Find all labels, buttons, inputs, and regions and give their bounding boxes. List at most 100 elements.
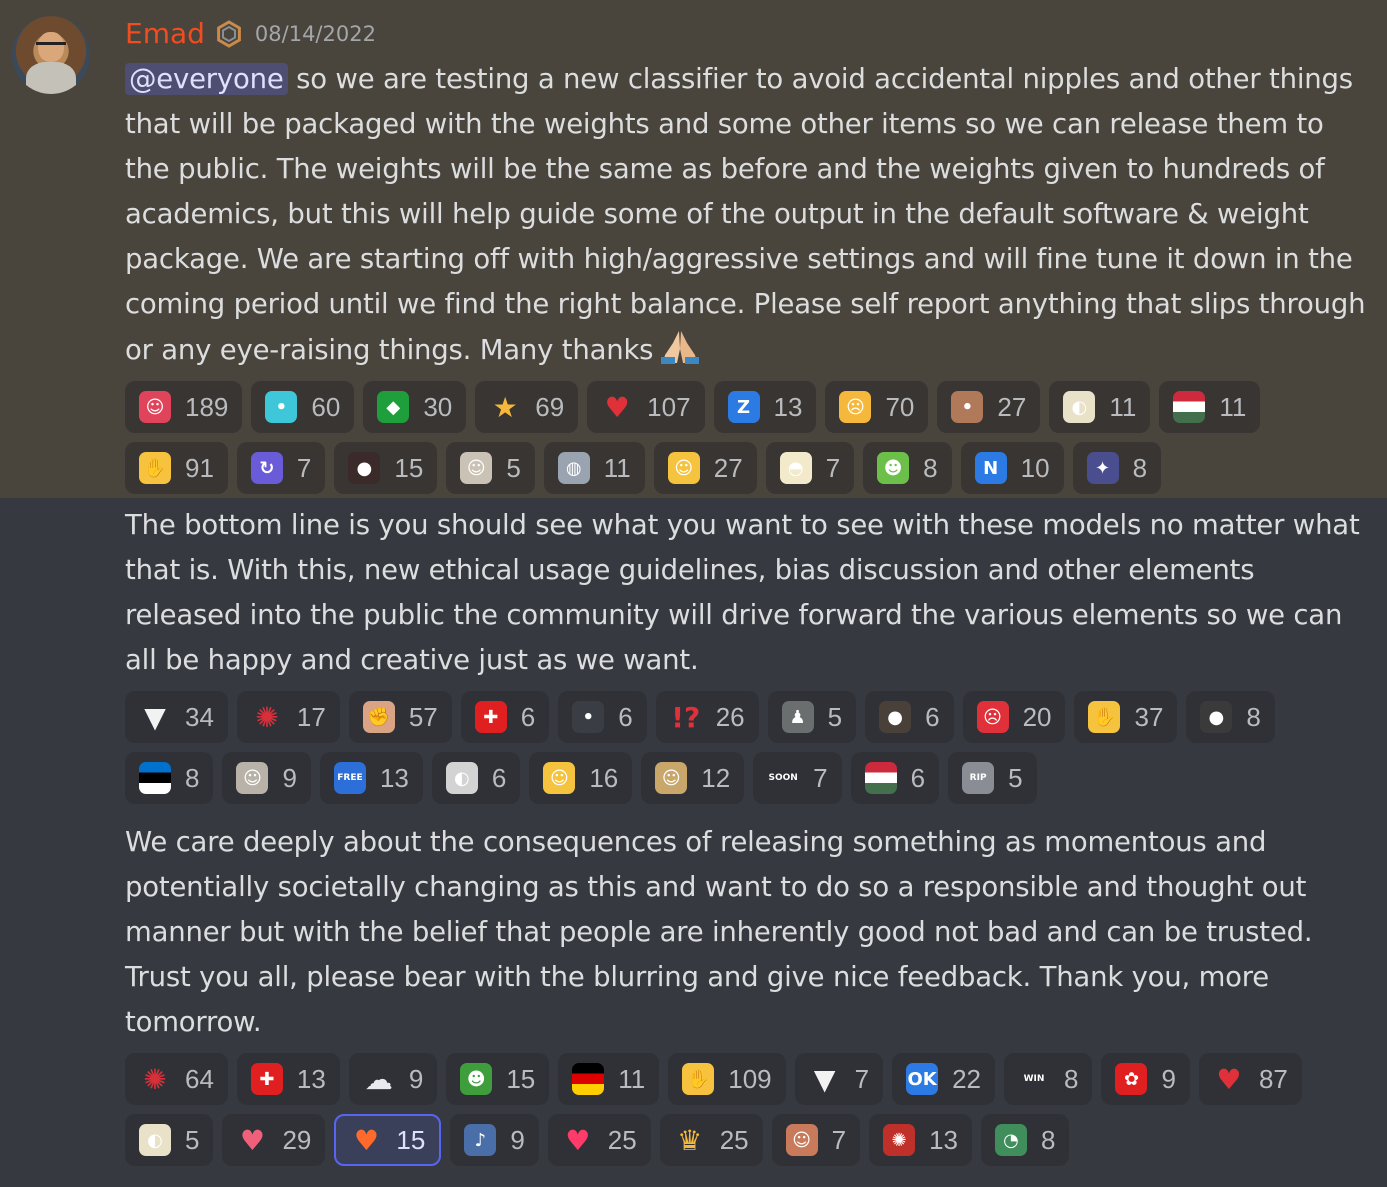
devil-face-icon: ☺ xyxy=(139,391,171,423)
suited-man-icon: ♟ xyxy=(781,701,814,733)
reaction-crying-face[interactable]: ☹ 70 xyxy=(825,381,929,433)
reaction-count: 9 xyxy=(408,1063,424,1094)
reaction-heart[interactable]: ♥ 87 xyxy=(1198,1053,1302,1105)
reaction-thumbs-up[interactable]: ✋ 91 xyxy=(125,442,228,494)
reaction-folded-hands[interactable]: ✋ 37 xyxy=(1074,691,1178,743)
reaction-crab[interactable]: ✺ 64 xyxy=(125,1053,228,1105)
reaction-fire-heart[interactable]: ♥ 15 xyxy=(334,1114,442,1166)
reaction-count: 15 xyxy=(506,1063,536,1094)
reaction-interrobang[interactable]: !? 26 xyxy=(655,691,759,743)
reaction-letter-n[interactable]: N 10 xyxy=(960,442,1064,494)
reaction-brazil-flag[interactable]: ◆ 30 xyxy=(363,381,467,433)
reaction-free-badge[interactable]: FREE 13 xyxy=(319,752,423,804)
reaction-count: 15 xyxy=(394,452,424,483)
folded-hands-icon: ✋ xyxy=(1088,701,1121,733)
reaction-count: 7 xyxy=(813,762,828,793)
reaction-count: 6 xyxy=(618,701,633,732)
reaction-devil-face[interactable]: ☺ 189 xyxy=(125,381,243,433)
reaction-monocle-face[interactable]: ☺ 27 xyxy=(653,442,757,494)
reaction-heartbeat[interactable]: ♥ 29 xyxy=(222,1114,326,1166)
reaction-canada-flag[interactable]: ✿ 9 xyxy=(1101,1053,1190,1105)
reaction-count: 11 xyxy=(618,1063,646,1094)
reaction-bald-man[interactable]: ● 6 xyxy=(865,691,954,743)
reaction-dark-creature[interactable]: ● 15 xyxy=(334,442,438,494)
reaction-tooth[interactable]: ▼ 7 xyxy=(794,1053,884,1105)
reaction-face-photo[interactable]: ☺ 7 xyxy=(771,1114,861,1166)
everyone-mention[interactable]: @everyone xyxy=(125,63,288,95)
reaction-goose[interactable]: ◐ 5 xyxy=(125,1114,214,1166)
reaction-count: 15 xyxy=(396,1124,426,1155)
reaction-gray-goose[interactable]: ◐ 6 xyxy=(431,752,521,804)
reaction-laughing-meme[interactable]: ☺ 5 xyxy=(446,442,535,494)
reaction-count: 10 xyxy=(1020,452,1050,483)
reaction-hungary-flag[interactable]: 11 xyxy=(1159,381,1261,433)
reaction-celebrity-face[interactable]: ☺ 9 xyxy=(222,752,311,804)
reaction-win-badge[interactable]: WIN 8 xyxy=(1004,1053,1093,1105)
reaction-armored-head[interactable]: ◍ 11 xyxy=(543,442,645,494)
flushed-face-icon: ☺ xyxy=(543,762,576,794)
reaction-count: 7 xyxy=(825,452,841,483)
reaction-count: 7 xyxy=(831,1124,847,1155)
reaction-tooth[interactable]: ▼ 34 xyxy=(125,691,228,743)
reaction-germany-flag[interactable]: 11 xyxy=(558,1053,660,1105)
reaction-count: 189 xyxy=(185,391,229,422)
fire-heart-icon: ♥ xyxy=(353,1124,379,1156)
monocle-face-icon: ☺ xyxy=(667,452,700,484)
reaction-soon-badge[interactable]: SOON 7 xyxy=(753,752,842,804)
message-body: so we are testing a new classifier to av… xyxy=(125,63,1366,366)
reaction-count: 9 xyxy=(282,762,297,793)
reaction-fist[interactable]: ✊ 57 xyxy=(348,691,452,743)
reaction-count: 27 xyxy=(713,452,743,483)
wizard-icon: ✦ xyxy=(1086,452,1119,484)
goose-icon: ◐ xyxy=(1063,391,1096,423)
reaction-count: 109 xyxy=(728,1063,772,1094)
reaction-cyan-blob[interactable]: • 60 xyxy=(251,381,355,433)
reaction-count: 7 xyxy=(296,452,312,483)
reaction-suited-man[interactable]: ♟ 5 xyxy=(767,691,857,743)
reaction-red-crab[interactable]: ✺ 13 xyxy=(869,1114,973,1166)
estonia-flag-icon xyxy=(139,762,171,794)
laughing-meme-icon: ☺ xyxy=(460,452,493,484)
reaction-crab[interactable]: ✺ 17 xyxy=(236,691,340,743)
reaction-star[interactable]: ★ 69 xyxy=(475,381,579,433)
reaction-pepe[interactable]: ☻ 8 xyxy=(863,442,952,494)
reaction-angry-face[interactable]: ☹ 20 xyxy=(962,691,1066,743)
reaction-cloud[interactable]: ☁ 9 xyxy=(348,1053,438,1105)
reaction-count: 8 xyxy=(1246,701,1261,732)
reaction-ok-button[interactable]: OK 22 xyxy=(892,1053,996,1105)
reaction-swirl[interactable]: ↻ 7 xyxy=(236,442,326,494)
reaction-letter-z[interactable]: Z 13 xyxy=(713,381,817,433)
reaction-pepe[interactable]: ☻ 15 xyxy=(446,1053,550,1105)
reaction-swiss-flag[interactable]: ✚ 6 xyxy=(460,691,550,743)
username[interactable]: Emad xyxy=(125,14,205,54)
reaction-count: 29 xyxy=(282,1124,312,1155)
hungary-flag-icon xyxy=(864,762,897,794)
reaction-rock-face[interactable]: • 27 xyxy=(937,381,1041,433)
avatar[interactable] xyxy=(12,16,90,94)
reaction-estonia-flag[interactable]: 8 xyxy=(125,752,214,804)
reaction-count: 5 xyxy=(1008,762,1023,793)
reaction-cat-ghost[interactable]: ◓ 7 xyxy=(765,442,855,494)
reaction-swiss-flag[interactable]: ✚ 13 xyxy=(236,1053,340,1105)
avatar-glasses xyxy=(36,42,66,51)
dark-creature-icon: ● xyxy=(348,452,381,484)
reaction-flushed-face[interactable]: ☺ 16 xyxy=(529,752,633,804)
reaction-rip-tombstone[interactable]: RIP 5 xyxy=(948,752,1037,804)
reaction-count: 17 xyxy=(296,701,326,732)
reaction-screaming-meme[interactable]: ☺ 12 xyxy=(641,752,745,804)
reaction-rapper[interactable]: ♪ 9 xyxy=(450,1114,539,1166)
reaction-goose[interactable]: ◐ 11 xyxy=(1049,381,1151,433)
reaction-trophy[interactable]: ♛ 25 xyxy=(659,1114,763,1166)
reaction-sparkling-heart[interactable]: ♥ 25 xyxy=(547,1114,651,1166)
fist-icon: ✊ xyxy=(362,701,395,733)
reaction-hooded-man[interactable]: ● 8 xyxy=(1186,691,1275,743)
reaction-wizard[interactable]: ✦ 8 xyxy=(1072,442,1162,494)
frog-icon: ◔ xyxy=(995,1124,1028,1156)
reaction-dark-bird[interactable]: • 6 xyxy=(558,691,647,743)
reaction-thumbs-up[interactable]: ✋ 109 xyxy=(668,1053,786,1105)
reaction-heart[interactable]: ♥ 107 xyxy=(587,381,705,433)
reaction-count: 8 xyxy=(1041,1124,1056,1155)
rock-face-icon: • xyxy=(951,391,984,423)
reaction-hungary-flag[interactable]: 6 xyxy=(850,752,940,804)
reaction-frog[interactable]: ◔ 8 xyxy=(981,1114,1070,1166)
